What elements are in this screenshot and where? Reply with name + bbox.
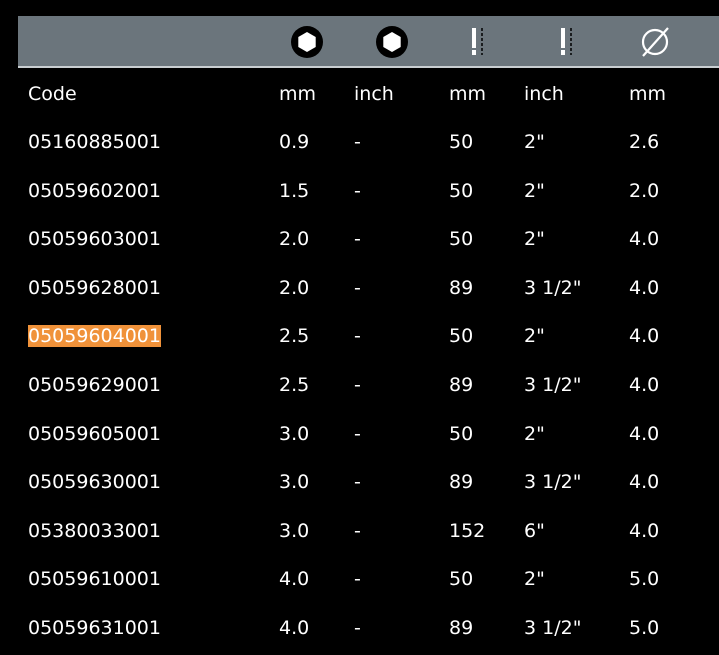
hex-size-inch: - xyxy=(354,373,361,396)
product-code[interactable]: 05059603001 xyxy=(28,215,161,263)
length-mm: 50 xyxy=(449,131,474,153)
diameter-icon xyxy=(641,27,669,57)
length-mm: 89 xyxy=(449,373,474,396)
length-mm: 50 xyxy=(449,179,474,202)
column-header-length-mm: mm xyxy=(449,83,487,105)
diameter-mm: 2.0 xyxy=(629,179,660,202)
product-code[interactable]: 05059610001 xyxy=(28,555,161,603)
hex-size-mm: 3.0 xyxy=(279,422,310,445)
length-inch: 2" xyxy=(524,568,545,591)
table-row[interactable]: 05059603001 2.0 - 50 2" 4.0 xyxy=(0,215,719,264)
hex-size-mm: 2.0 xyxy=(279,276,310,299)
length-mm: 50 xyxy=(449,568,474,591)
hex-size-mm: 2.5 xyxy=(279,325,310,348)
diameter-mm: 4.0 xyxy=(629,519,660,542)
product-code[interactable]: 05380033001 xyxy=(28,507,161,555)
product-code[interactable]: 05059629001 xyxy=(28,361,161,409)
length-inch: 2" xyxy=(524,228,545,251)
hex-size-inch: - xyxy=(354,422,361,445)
diameter-mm: 4.0 xyxy=(629,373,660,396)
bit-length-icon xyxy=(561,28,572,55)
length-mm: 89 xyxy=(449,471,474,494)
table-row-selected[interactable]: 05059604001 2.5 - 50 2" 4.0 xyxy=(0,312,719,361)
length-inch: 3 1/2" xyxy=(524,616,582,639)
table-row[interactable]: 05059631001 4.0 - 89 3 1/2" 5.0 xyxy=(0,604,719,653)
hex-size-mm: 3.0 xyxy=(279,471,310,494)
length-inch: 3 1/2" xyxy=(524,373,582,396)
hex-size-inch: - xyxy=(354,131,361,153)
column-header-diameter-mm: mm xyxy=(629,83,667,105)
table-row[interactable]: 05380033001 3.0 - 152 6" 4.0 xyxy=(0,507,719,556)
column-header-code: Code xyxy=(28,83,77,105)
bit-length-icon xyxy=(472,28,483,55)
search-highlight[interactable]: 05059604001 xyxy=(28,325,161,348)
table-row[interactable]: 05059630001 3.0 - 89 3 1/2" 4.0 xyxy=(0,458,719,507)
hex-socket-icon xyxy=(291,26,323,58)
product-code[interactable]: 05160885001 xyxy=(28,118,161,166)
hex-socket-icon xyxy=(376,26,408,58)
diameter-mm: 5.0 xyxy=(629,568,660,591)
length-mm: 152 xyxy=(449,519,486,542)
length-mm: 50 xyxy=(449,228,474,251)
length-inch: 6" xyxy=(524,519,545,542)
diameter-mm: 5.0 xyxy=(629,616,660,639)
diameter-mm: 4.0 xyxy=(629,325,660,348)
length-inch: 2" xyxy=(524,422,545,445)
table-row[interactable]: 05059610001 4.0 - 50 2" 5.0 xyxy=(0,555,719,604)
product-code[interactable]: 05059630001 xyxy=(28,458,161,506)
length-inch: 3 1/2" xyxy=(524,276,582,299)
hex-size-mm: 2.0 xyxy=(279,228,310,251)
table-row[interactable]: 05059605001 3.0 - 50 2" 4.0 xyxy=(0,410,719,459)
hex-size-inch: - xyxy=(354,616,361,639)
hex-size-inch: - xyxy=(354,471,361,494)
column-header-length-inch: inch xyxy=(524,83,564,105)
product-table: Code mm inch mm inch mm 05160885001 0.9 … xyxy=(0,70,719,653)
column-header-hex-mm: mm xyxy=(279,83,317,105)
table-row[interactable]: 05160885001 0.9 - 50 2" 2.6 xyxy=(0,118,719,167)
hex-size-mm: 3.0 xyxy=(279,519,310,542)
hex-size-mm: 1.5 xyxy=(279,179,310,202)
table-icon-header xyxy=(18,16,719,68)
length-inch: 2" xyxy=(524,179,545,202)
table-row[interactable]: 05059602001 1.5 - 50 2" 2.0 xyxy=(0,167,719,216)
length-inch: 3 1/2" xyxy=(524,471,582,494)
hex-size-inch: - xyxy=(354,519,361,542)
diameter-mm: 2.6 xyxy=(629,131,660,153)
length-inch: 2" xyxy=(524,325,545,348)
hex-size-mm: 0.9 xyxy=(279,131,310,153)
product-code[interactable]: 05059628001 xyxy=(28,264,161,312)
length-inch: 2" xyxy=(524,131,545,153)
length-mm: 89 xyxy=(449,616,474,639)
hex-size-inch: - xyxy=(354,568,361,591)
product-code-highlighted[interactable]: 05059604001 xyxy=(28,312,161,360)
length-mm: 50 xyxy=(449,325,474,348)
table-row[interactable]: 05059629001 2.5 - 89 3 1/2" 4.0 xyxy=(0,361,719,410)
diameter-mm: 4.0 xyxy=(629,471,660,494)
product-code[interactable]: 05059605001 xyxy=(28,410,161,458)
hex-size-inch: - xyxy=(354,179,361,202)
length-mm: 50 xyxy=(449,422,474,445)
hex-size-mm: 2.5 xyxy=(279,373,310,396)
hex-size-mm: 4.0 xyxy=(279,616,310,639)
hex-size-inch: - xyxy=(354,228,361,251)
diameter-mm: 4.0 xyxy=(629,276,660,299)
product-code[interactable]: 05059631001 xyxy=(28,604,161,652)
hex-size-inch: - xyxy=(354,276,361,299)
hex-size-mm: 4.0 xyxy=(279,568,310,591)
hex-size-inch: - xyxy=(354,325,361,348)
diameter-mm: 4.0 xyxy=(629,228,660,251)
table-header-row: Code mm inch mm inch mm xyxy=(0,70,719,118)
length-mm: 89 xyxy=(449,276,474,299)
product-code[interactable]: 05059602001 xyxy=(28,167,161,215)
table-row[interactable]: 05059628001 2.0 - 89 3 1/2" 4.0 xyxy=(0,264,719,313)
diameter-mm: 4.0 xyxy=(629,422,660,445)
column-header-hex-inch: inch xyxy=(354,83,394,105)
